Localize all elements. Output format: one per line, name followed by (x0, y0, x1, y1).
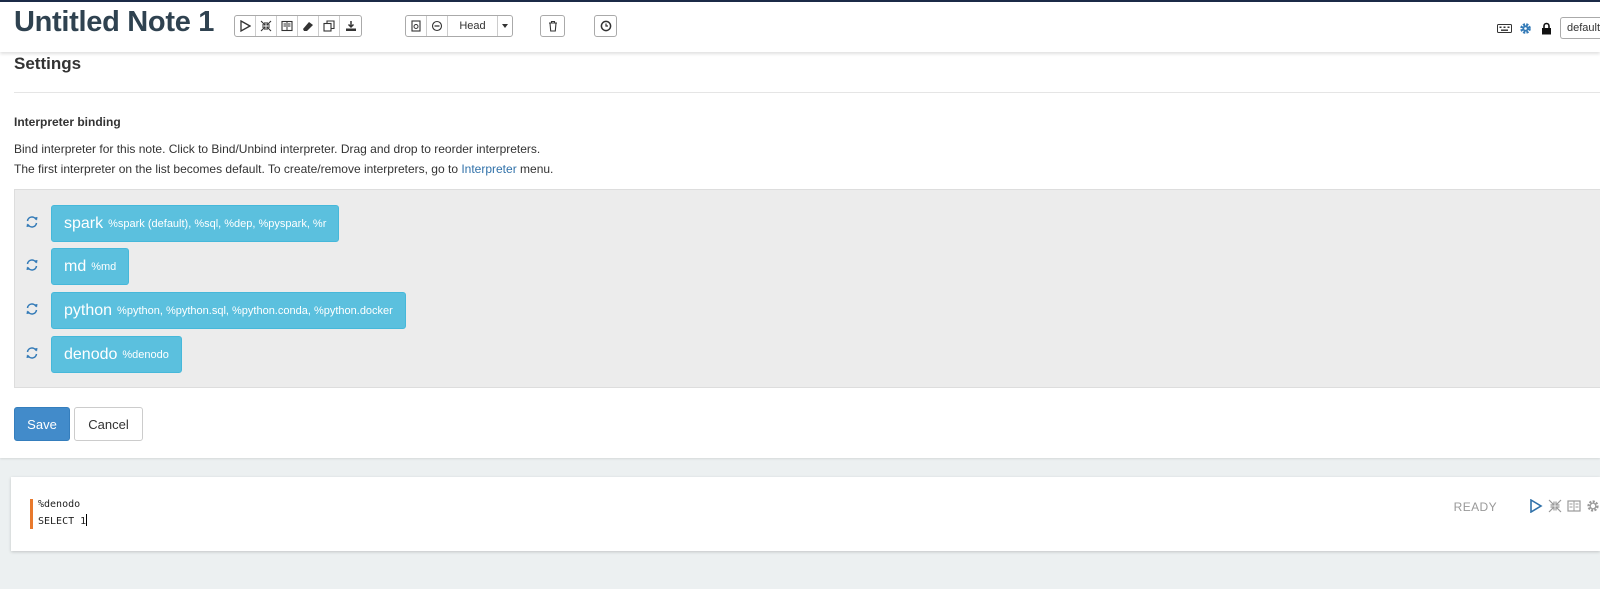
interpreter-button-md[interactable]: md %md (51, 248, 130, 285)
interpreter-button-denodo[interactable]: denodo %denodo (51, 336, 182, 373)
trash-icon (548, 20, 557, 32)
hide-code-button[interactable] (256, 16, 277, 36)
text-cursor (86, 514, 88, 526)
clone-icon (323, 20, 335, 32)
interpreter-aliases: %python, %python.sql, %python.conda, %py… (117, 304, 393, 317)
revert-button[interactable] (427, 16, 448, 36)
binding-description-line2: The first interpreter on the list become… (14, 162, 553, 176)
description-text-end: menu. (516, 162, 554, 176)
book-icon[interactable] (1567, 499, 1581, 513)
paragraph-cell[interactable]: %denodo SELECT 1 READY (11, 477, 1600, 551)
note-header: Untitled Note 1 Head default (0, 0, 1600, 52)
sync-icon[interactable] (25, 346, 39, 360)
clock-icon (600, 20, 611, 32)
schedule-toolbar (594, 15, 617, 37)
collapse-icon[interactable] (1548, 499, 1562, 513)
interpreter-name: python (64, 301, 113, 319)
version-toolbar: Head (405, 15, 513, 37)
code-line[interactable]: SELECT 1 (38, 514, 88, 527)
settings-divider (14, 92, 1600, 93)
trash-toolbar (540, 15, 565, 37)
interpreter-binding-title: Interpreter binding (14, 115, 121, 129)
keyboard-icon[interactable] (1497, 22, 1512, 35)
interpreter-name: denodo (64, 345, 118, 363)
run-all-button[interactable] (235, 16, 256, 36)
cancel-button[interactable]: Cancel (74, 407, 143, 441)
settings-panel: Settings Interpreter binding Bind interp… (0, 52, 1600, 458)
sync-icon[interactable] (25, 215, 39, 229)
save-button[interactable]: Save (14, 407, 70, 441)
settings-title: Settings (14, 54, 82, 73)
gear-icon[interactable] (1586, 499, 1600, 513)
sync-icon[interactable] (25, 258, 39, 272)
paragraph-tools (1529, 499, 1600, 513)
hide-output-button[interactable] (277, 16, 298, 36)
note-title[interactable]: Untitled Note 1 (14, 6, 214, 39)
play-icon (240, 20, 251, 32)
run-toolbar (234, 15, 362, 37)
description-text: The first interpreter on the list become… (14, 162, 462, 176)
revert-icon (431, 20, 443, 32)
interpreter-name: spark (64, 214, 104, 232)
revision-select[interactable]: Head (448, 16, 498, 36)
header-right-tools: default (1497, 17, 1600, 39)
clear-output-button[interactable] (298, 16, 319, 36)
lock-icon[interactable] (1539, 22, 1554, 35)
schedule-button[interactable] (595, 16, 616, 36)
binding-description-line1: Bind interpreter for this note. Click to… (14, 142, 541, 156)
paragraph-status: READY (1453, 500, 1497, 514)
book-icon (281, 20, 293, 32)
gear-icon[interactable] (1518, 22, 1533, 35)
move-to-trash-button[interactable] (541, 16, 564, 36)
interpreter-menu-link[interactable]: Interpreter (461, 162, 516, 176)
interpreter-aliases: %md (91, 260, 117, 273)
interpreter-aliases: %spark (default), %sql, %dep, %pyspark, … (108, 217, 327, 230)
chevron-down-icon[interactable] (498, 16, 512, 36)
code-line[interactable]: %denodo (38, 499, 80, 510)
eraser-icon (303, 22, 313, 31)
clone-note-button[interactable] (319, 16, 340, 36)
interpreter-aliases: %denodo (122, 348, 169, 361)
interpreter-default-select[interactable]: default (1560, 17, 1600, 39)
interpreter-button-spark[interactable]: spark %spark (default), %sql, %dep, %pys… (51, 205, 340, 242)
collapse-icon (260, 20, 272, 32)
commit-icon (411, 20, 421, 32)
code-line-text: SELECT 1 (38, 516, 87, 527)
interpreter-list: spark %spark (default), %sql, %dep, %pys… (14, 189, 1600, 388)
sync-icon[interactable] (25, 302, 39, 316)
commit-button[interactable] (406, 16, 427, 36)
interpreter-name: md (64, 257, 87, 275)
play-icon[interactable] (1529, 499, 1543, 513)
export-note-button[interactable] (340, 16, 361, 36)
editor-focus-bar (30, 499, 33, 529)
interpreter-button-python[interactable]: python %python, %python.sql, %python.con… (51, 292, 406, 329)
download-icon (345, 21, 356, 31)
